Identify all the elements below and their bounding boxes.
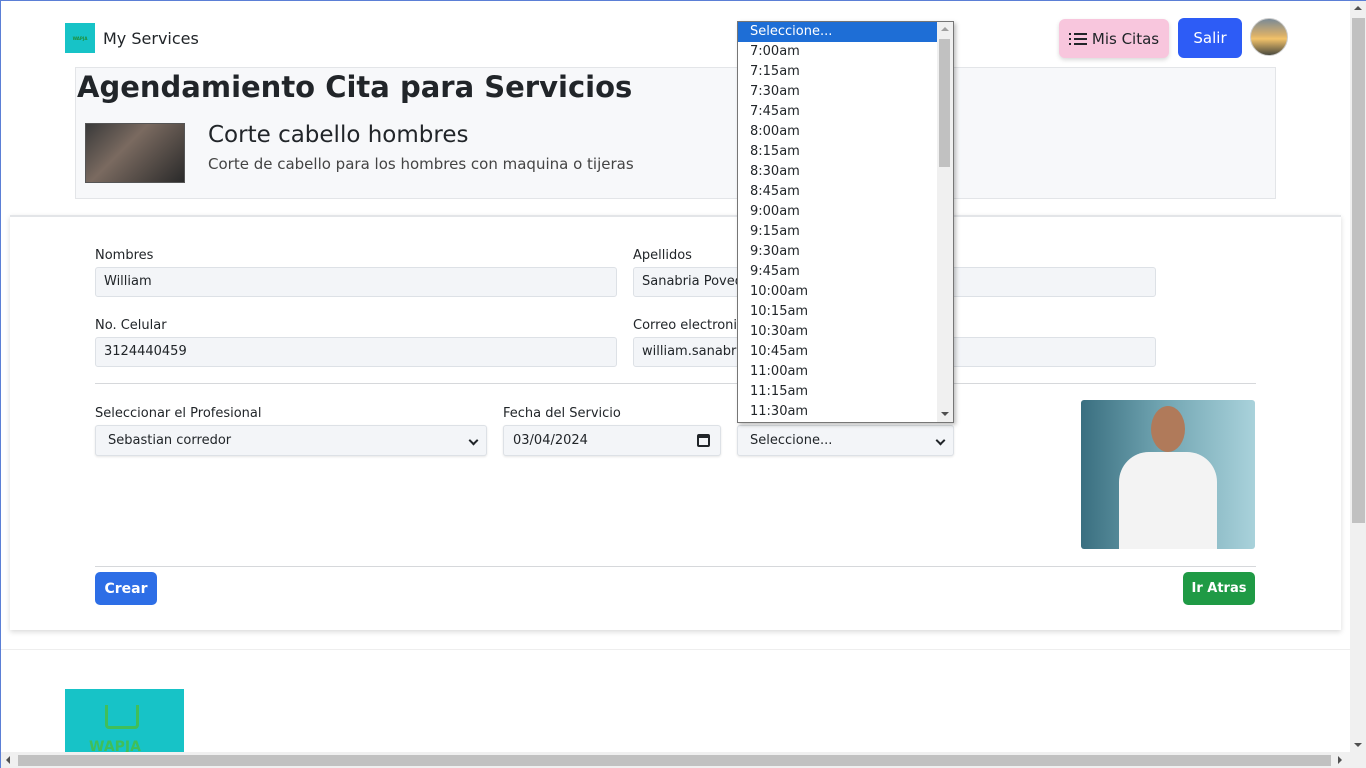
dropdown-option[interactable]: 9:45am [738, 262, 937, 282]
avatar[interactable] [1250, 18, 1288, 56]
professional-photo [1081, 400, 1255, 549]
horizontal-scrollbar[interactable] [1, 752, 1350, 768]
dropdown-option[interactable]: 7:00am [738, 42, 937, 62]
service-image [85, 123, 185, 183]
dropdown-option[interactable]: 11:00am [738, 362, 937, 382]
dropdown-option[interactable]: Seleccione... [738, 22, 937, 42]
vertical-scroll-thumb[interactable] [1352, 18, 1365, 523]
scroll-down-arrow-icon[interactable] [1354, 743, 1362, 747]
nombres-input[interactable]: William [95, 267, 617, 297]
scroll-right-arrow-icon[interactable] [1338, 756, 1342, 764]
dropdown-option[interactable]: 9:15am [738, 222, 937, 242]
header-card: Agendamiento Cita para Servicios Corte c… [75, 67, 1276, 199]
celular-input[interactable]: 3124440459 [95, 337, 617, 367]
salir-button[interactable]: Salir [1178, 18, 1242, 58]
chevron-down-icon [468, 435, 479, 446]
dropdown-option[interactable]: 10:00am [738, 282, 937, 302]
calendar-icon[interactable] [697, 434, 710, 447]
hora-select[interactable]: Seleccione... [737, 425, 954, 456]
service-description: Corte de cabello para los hombres con ma… [208, 155, 634, 173]
fecha-value: 03/04/2024 [513, 433, 588, 448]
dropdown-scroll-thumb[interactable] [939, 39, 950, 167]
brand-name: My Services [103, 28, 199, 48]
divider [95, 383, 1256, 384]
dropdown-option[interactable]: 9:00am [738, 202, 937, 222]
crear-button[interactable]: Crear [95, 572, 157, 605]
nombres-label: Nombres [95, 248, 154, 263]
divider [95, 566, 1256, 567]
navbar: WAPJA My Services Mis Citas Salir [1, 1, 1350, 67]
footer-logo-text: WAPJA [89, 739, 141, 752]
dropdown-option[interactable]: 8:30am [738, 162, 937, 182]
profesional-label: Seleccionar el Profesional [95, 406, 262, 421]
brand-logo: WAPJA [65, 23, 95, 53]
profesional-select[interactable]: Sebastian corredor [95, 425, 487, 456]
brand[interactable]: WAPJA My Services [65, 23, 199, 53]
page-title: Agendamiento Cita para Servicios [77, 70, 633, 104]
correo-label: Correo electronico [633, 318, 753, 333]
dropdown-option[interactable]: 7:45am [738, 102, 937, 122]
scroll-up-arrow-icon[interactable] [941, 27, 949, 31]
scroll-up-arrow-icon[interactable] [1354, 6, 1362, 10]
chevron-down-icon [935, 435, 946, 446]
apellidos-label: Apellidos [633, 248, 692, 263]
dropdown-option[interactable]: 8:45am [738, 182, 937, 202]
appointment-form: Nombres William Apellidos Sanabria Poved… [10, 215, 1341, 630]
dropdown-option[interactable]: 8:00am [738, 122, 937, 142]
dropdown-option[interactable]: 10:45am [738, 342, 937, 362]
dropdown-option[interactable]: 10:15am [738, 302, 937, 322]
professional-photo-head [1151, 406, 1185, 452]
ir-atras-button[interactable]: Ir Atras [1183, 572, 1255, 605]
dropdown-option[interactable]: 8:15am [738, 142, 937, 162]
hora-dropdown-list[interactable]: Seleccione... 7:00am 7:15am 7:30am 7:45am 8:0… [737, 21, 954, 423]
dropdown-option[interactable]: 11:30am [738, 402, 937, 422]
hora-value: Seleccione... [750, 433, 833, 448]
dropdown-option[interactable]: 7:15am [738, 62, 937, 82]
scroll-down-arrow-icon[interactable] [941, 412, 949, 416]
brand-logo-text: WAPJA [72, 35, 88, 41]
celular-label: No. Celular [95, 318, 167, 333]
dropdown-option[interactable]: 11:15am [738, 382, 937, 402]
service-title: Corte cabello hombres [208, 122, 469, 148]
dropdown-scrollbar[interactable] [937, 22, 953, 422]
mis-citas-button[interactable]: Mis Citas [1059, 19, 1169, 58]
dropdown-option[interactable]: 9:30am [738, 242, 937, 262]
dropdown-options: Seleccione... 7:00am 7:15am 7:30am 7:45am 8:0… [738, 22, 953, 422]
scroll-left-arrow-icon[interactable] [6, 756, 10, 764]
vertical-scrollbar[interactable] [1350, 1, 1366, 768]
professional-photo-body [1119, 452, 1217, 549]
dropdown-option[interactable]: 7:30am [738, 82, 937, 102]
cart-icon [105, 705, 139, 729]
fecha-input[interactable]: 03/04/2024 [503, 425, 721, 456]
fecha-label: Fecha del Servicio [503, 406, 621, 421]
profesional-value: Sebastian corredor [108, 433, 232, 448]
list-icon [1068, 32, 1087, 46]
footer-logo: WAPJA [65, 689, 184, 752]
horizontal-scroll-thumb[interactable] [18, 755, 1331, 766]
dropdown-option[interactable]: 10:30am [738, 322, 937, 342]
footer-divider [1, 649, 1350, 650]
mis-citas-label: Mis Citas [1091, 29, 1160, 48]
